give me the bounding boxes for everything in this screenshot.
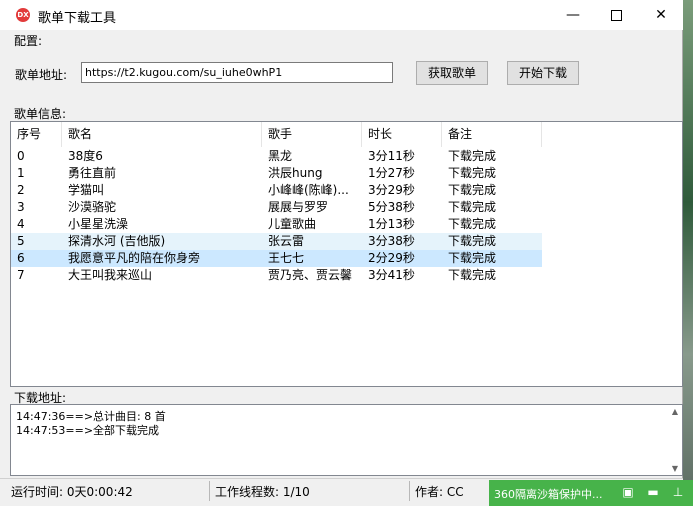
column-header-index[interactable]: 序号 (11, 122, 62, 147)
cell-note: 下载完成 (448, 268, 497, 282)
cell-artist: 小峰峰(陈峰)... (268, 183, 349, 197)
cell-index: 1 (17, 166, 25, 180)
maximize-icon (610, 9, 622, 21)
cell-index: 2 (17, 183, 25, 197)
cell-duration: 3分38秒 (368, 234, 415, 248)
playlist-section-label: 歌单信息: (14, 107, 67, 121)
close-button[interactable]: ✕ (638, 0, 684, 30)
cell-duration: 1分13秒 (368, 217, 415, 231)
cell-duration: 3分41秒 (368, 268, 415, 282)
column-header-duration[interactable]: 时长 (362, 122, 442, 147)
config-section-label: 配置: (14, 34, 43, 48)
folder-icon[interactable]: ▬ (646, 485, 660, 499)
cell-artist: 展展与罗罗 (268, 200, 329, 214)
cell-index: 4 (17, 217, 25, 231)
column-header-name[interactable]: 歌名 (62, 122, 262, 147)
cell-duration: 3分29秒 (368, 183, 415, 197)
column-header-note[interactable]: 备注 (442, 122, 542, 147)
title-bar: DX 歌单下载工具 — ✕ (0, 0, 683, 30)
table-header: 序号 歌名 歌手 时长 备注 (11, 122, 682, 147)
status-separator (409, 481, 410, 501)
cell-note: 下载完成 (448, 217, 497, 231)
cell-name: 沙漠骆驼 (68, 200, 117, 214)
cell-name: 探清水河 (吉他版) (68, 234, 166, 248)
cell-artist: 黑龙 (268, 149, 293, 163)
window-title: 歌单下载工具 (38, 11, 117, 26)
log-line: 14:47:53==>全部下载完成 (16, 424, 160, 437)
cell-index: 7 (17, 268, 25, 282)
cell-name: 我愿意平凡的陪在你身旁 (68, 251, 201, 265)
box-icon[interactable]: ▣ (621, 485, 635, 499)
cell-duration: 2分29秒 (368, 251, 415, 265)
log-output[interactable]: 14:47:36==>总计曲目: 8 首 14:47:53==>全部下载完成 ▲… (10, 404, 683, 476)
cell-index: 3 (17, 200, 25, 214)
cell-name: 38度6 (68, 149, 103, 163)
status-separator (209, 481, 210, 501)
cell-name: 小星星洗澡 (68, 217, 129, 231)
table-row[interactable]: 3 沙漠骆驼 展展与罗罗 5分38秒 下载完成 (11, 199, 542, 216)
sandbox-notification[interactable]: 360隔离沙箱保护中... ▣ ▬ ⊥ (489, 480, 693, 506)
cell-artist: 贾乃亮、贾云馨 (268, 268, 353, 282)
cell-duration: 3分11秒 (368, 149, 415, 163)
table-row[interactable]: 1 勇往直前 洪辰hung 1分27秒 下载完成 (11, 165, 542, 182)
cell-name: 勇往直前 (68, 166, 117, 180)
table-row[interactable]: 6 我愿意平凡的陪在你身旁 王七七 2分29秒 下载完成 (11, 250, 542, 267)
column-header-artist[interactable]: 歌手 (262, 122, 362, 147)
maximize-button[interactable] (593, 0, 639, 30)
runtime-status: 运行时间: 0天0:00:42 (11, 485, 133, 499)
playlist-url-input[interactable] (81, 62, 393, 83)
cell-note: 下载完成 (448, 166, 497, 180)
table-row[interactable]: 4 小星星洗澡 儿童歌曲 1分13秒 下载完成 (11, 216, 542, 233)
scroll-down-arrow-icon[interactable]: ▼ (672, 464, 678, 473)
cell-name: 学猫叫 (68, 183, 105, 197)
cell-note: 下载完成 (448, 183, 497, 197)
cell-index: 0 (17, 149, 25, 163)
cell-note: 下载完成 (448, 200, 497, 214)
cell-index: 6 (17, 251, 25, 265)
sandbox-text: 360隔离沙箱保护中... (494, 488, 603, 501)
cell-duration: 1分27秒 (368, 166, 415, 180)
table-row[interactable]: 0 38度6 黑龙 3分11秒 下载完成 (11, 148, 542, 165)
table-row[interactable]: 2 学猫叫 小峰峰(陈峰)... 3分29秒 下载完成 (11, 182, 542, 199)
url-label: 歌单地址: (15, 68, 68, 82)
start-download-button[interactable]: 开始下载 (507, 61, 579, 85)
cell-duration: 5分38秒 (368, 200, 415, 214)
cell-note: 下载完成 (448, 234, 497, 248)
cell-artist: 洪辰hung (268, 166, 323, 180)
desktop-background (683, 0, 693, 506)
cell-artist: 儿童歌曲 (268, 217, 317, 231)
app-window: DX 歌单下载工具 — ✕ 配置: 歌单地址: 获取歌单 开始下载 歌单信息: … (0, 0, 683, 506)
fetch-playlist-button[interactable]: 获取歌单 (416, 61, 488, 85)
pin-icon[interactable]: ⊥ (671, 485, 685, 499)
cell-artist: 王七七 (268, 251, 305, 265)
playlist-table[interactable]: 序号 歌名 歌手 时长 备注 0 38度6 黑龙 3分11秒 下载完成 1 勇往直前 洪辰hu… (10, 121, 683, 387)
cell-name: 大王叫我来巡山 (68, 268, 153, 282)
app-icon: DX (16, 8, 30, 22)
author-status: 作者: CC (415, 485, 464, 499)
cell-note: 下载完成 (448, 149, 497, 163)
cell-artist: 张云雷 (268, 234, 305, 248)
table-row[interactable]: 7 大王叫我来巡山 贾乃亮、贾云馨 3分41秒 下载完成 (11, 267, 542, 284)
scroll-up-arrow-icon[interactable]: ▲ (672, 407, 678, 416)
table-row[interactable]: 5 探清水河 (吉他版) 张云雷 3分38秒 下载完成 (11, 233, 542, 250)
threads-status: 工作线程数: 1/10 (215, 485, 310, 499)
minimize-button[interactable]: — (550, 0, 596, 30)
cell-index: 5 (17, 234, 25, 248)
cell-note: 下载完成 (448, 251, 497, 265)
